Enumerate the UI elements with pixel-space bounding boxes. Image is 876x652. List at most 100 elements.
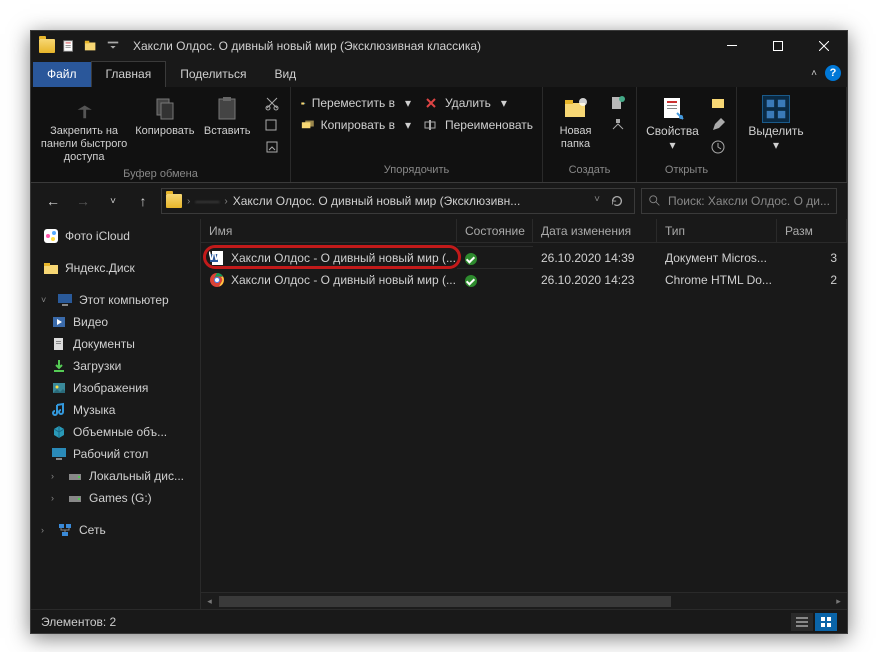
- sidebar-item-network[interactable]: ›Сеть: [31, 519, 200, 541]
- file-date: 26.10.2020 14:23: [533, 273, 657, 287]
- drive-icon: [67, 468, 83, 484]
- open-group-label: Открыть: [637, 164, 736, 182]
- moveto-icon: [301, 95, 306, 111]
- tab-file[interactable]: Файл: [33, 62, 91, 87]
- maximize-button[interactable]: [755, 31, 801, 61]
- tab-home[interactable]: Главная: [91, 61, 167, 87]
- sidebar-item-music[interactable]: Музыка: [31, 399, 200, 421]
- select-button[interactable]: Выделить▾: [743, 91, 809, 153]
- sidebar-item-documents[interactable]: Документы: [31, 333, 200, 355]
- back-button[interactable]: ←: [41, 189, 65, 213]
- clipboard-opt1[interactable]: [260, 93, 284, 113]
- edit-button[interactable]: [706, 115, 730, 135]
- clipboard-group-label: Буфер обмена: [31, 168, 290, 182]
- expand-icon[interactable]: ›: [41, 525, 51, 535]
- close-button[interactable]: [801, 31, 847, 61]
- nav-pane: Фото iCloud Яндекс.Диск ˅Этот компьютер …: [31, 219, 201, 609]
- table-row[interactable]: Хаксли Олдос - О дивный новый мир (... 2…: [201, 269, 847, 291]
- sidebar-item-desktop[interactable]: Рабочий стол: [31, 443, 200, 465]
- quick-access-toolbar: [61, 38, 121, 54]
- col-date[interactable]: Дата изменения: [533, 219, 657, 242]
- sidebar-item-pictures[interactable]: Изображения: [31, 377, 200, 399]
- history-icon: [710, 139, 726, 155]
- crumb-current[interactable]: Хаксли Олдос. О дивный новый мир (Эксклю…: [233, 194, 521, 208]
- sidebar-item-games[interactable]: ›Games (G:): [31, 487, 200, 509]
- scroll-right-icon[interactable]: ▸: [830, 593, 847, 609]
- scroll-left-icon[interactable]: ◂: [201, 593, 218, 609]
- clipboard-opt2[interactable]: [260, 115, 284, 135]
- crumb-hidden[interactable]: ——: [195, 194, 219, 208]
- recent-button[interactable]: ˅: [101, 189, 125, 213]
- move-to-button[interactable]: Переместить в▾: [297, 93, 415, 113]
- search-input[interactable]: Поиск: Хаксли Олдос. О ди...: [641, 188, 837, 214]
- sidebar-item-videos[interactable]: Видео: [31, 311, 200, 333]
- col-status[interactable]: Состояние: [457, 219, 533, 242]
- view-icons-button[interactable]: [815, 613, 837, 631]
- chevron-right-icon: ›: [221, 196, 230, 207]
- sidebar-item-3d[interactable]: Объемные объ...: [31, 421, 200, 443]
- scrollbar-thumb[interactable]: [219, 596, 671, 607]
- crumb-dropdown-icon[interactable]: ˅: [594, 194, 600, 208]
- window-controls: [709, 31, 847, 61]
- ribbon-tabs: Файл Главная Поделиться Вид ˄ ?: [31, 61, 847, 87]
- easyaccess-icon: [610, 117, 626, 133]
- objects3d-icon: [51, 424, 67, 440]
- organize-group-label: Упорядочить: [291, 164, 542, 182]
- delete-icon: [423, 95, 439, 111]
- tab-view[interactable]: Вид: [260, 62, 310, 87]
- sidebar-item-yandex[interactable]: Яндекс.Диск: [31, 257, 200, 279]
- open-button[interactable]: [706, 93, 730, 113]
- copy-button[interactable]: Копировать: [135, 91, 194, 138]
- status-count: Элементов: 2: [41, 615, 116, 629]
- expand-icon[interactable]: ˅: [41, 295, 51, 305]
- history-button[interactable]: [706, 137, 730, 157]
- qat-properties-icon[interactable]: [61, 38, 77, 54]
- icloud-icon: [43, 228, 59, 244]
- pin-to-quick-access-button[interactable]: Закрепить на панели быстрого доступа: [37, 91, 131, 164]
- minimize-button[interactable]: [709, 31, 755, 61]
- word-icon: W: [209, 250, 225, 266]
- expand-icon[interactable]: ›: [51, 493, 61, 503]
- copy-to-button[interactable]: Копировать в▾: [297, 115, 415, 135]
- breadcrumb[interactable]: › —— › Хаксли Олдос. О дивный новый мир …: [161, 188, 635, 214]
- expand-icon[interactable]: ›: [51, 471, 61, 481]
- rename-button[interactable]: Переименовать: [419, 115, 537, 135]
- qat-dropdown-icon[interactable]: [105, 38, 121, 54]
- desktop-icon: [51, 446, 67, 462]
- refresh-button[interactable]: [610, 194, 624, 208]
- horizontal-scrollbar[interactable]: ◂ ▸: [201, 592, 847, 609]
- sidebar-item-downloads[interactable]: Загрузки: [31, 355, 200, 377]
- newfolder-label: Новая папка: [549, 125, 602, 151]
- col-name[interactable]: Имя: [201, 219, 457, 242]
- qat-newfolder-icon[interactable]: [83, 38, 99, 54]
- new-folder-button[interactable]: Новая папка: [549, 91, 602, 151]
- folder-icon: [39, 39, 55, 53]
- file-type: Документ Micros...: [657, 251, 777, 265]
- new-item-button[interactable]: [606, 93, 630, 113]
- delete-button[interactable]: Удалить▾: [419, 93, 537, 113]
- help-button[interactable]: ?: [825, 65, 841, 81]
- copy-icon: [151, 95, 179, 123]
- forward-button[interactable]: →: [71, 189, 95, 213]
- properties-button[interactable]: Свойства▾: [643, 91, 702, 153]
- col-size[interactable]: Разм: [777, 219, 847, 242]
- view-details-button[interactable]: [791, 613, 813, 631]
- sidebar-item-localdisk[interactable]: ›Локальный дис...: [31, 465, 200, 487]
- easy-access-button[interactable]: [606, 115, 630, 135]
- title-bar: Хаксли Олдос. О дивный новый мир (Эксклю…: [31, 31, 847, 61]
- newfolder-icon: [562, 95, 590, 123]
- file-type: Chrome HTML Do...: [657, 273, 777, 287]
- up-button[interactable]: ↑: [131, 189, 155, 213]
- sidebar-item-thispc[interactable]: ˅Этот компьютер: [31, 289, 200, 311]
- ribbon-collapse-icon[interactable]: ˄: [811, 68, 817, 79]
- clipboard-opt3[interactable]: [260, 137, 284, 157]
- col-type[interactable]: Тип: [657, 219, 777, 242]
- tab-share[interactable]: Поделиться: [166, 62, 260, 87]
- properties-icon: [659, 95, 687, 123]
- file-list: Имя Состояние Дата изменения Тип Разм W …: [201, 219, 847, 609]
- table-row[interactable]: W Хаксли Олдос - О дивный новый мир (...…: [201, 247, 847, 269]
- sidebar-item-icloud[interactable]: Фото iCloud: [31, 225, 200, 247]
- chevron-right-icon: ›: [184, 196, 193, 207]
- paste-button[interactable]: Вставить: [198, 91, 256, 138]
- window-title: Хаксли Олдос. О дивный новый мир (Эксклю…: [133, 39, 481, 53]
